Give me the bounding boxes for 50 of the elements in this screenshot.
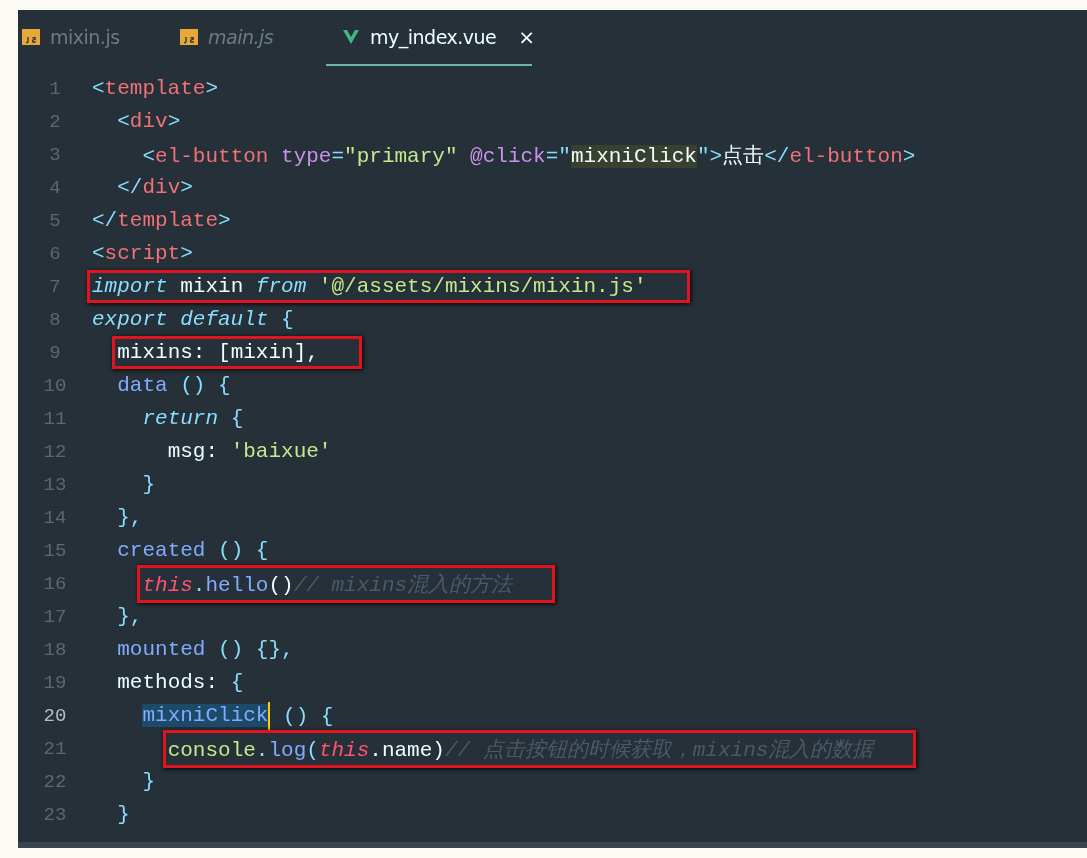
- line-number: 19: [42, 671, 68, 694]
- code-line: <el-button type="primary" @click="mixniClick">点击</el-button>: [142, 143, 916, 169]
- code-line: }: [117, 803, 130, 826]
- vue-logo-icon: [342, 29, 360, 45]
- file-tab[interactable]: my_index.vue ×: [326, 10, 532, 66]
- line-number: 7: [48, 275, 62, 298]
- line-number: 3: [48, 143, 62, 166]
- code-line: created () {: [117, 539, 269, 562]
- line-number: 21: [42, 737, 68, 760]
- line-number: 23: [42, 803, 68, 826]
- code-line: },: [117, 506, 143, 529]
- line-number: 2: [48, 110, 62, 133]
- line-number: 14: [42, 506, 68, 529]
- js-file-icon: [180, 29, 198, 45]
- code-line: </div>: [117, 176, 193, 199]
- line-number: 15: [42, 539, 68, 562]
- code-line: },: [117, 605, 143, 628]
- line-number: 5: [48, 209, 62, 232]
- line-number: 17: [42, 605, 68, 628]
- code-line: mixins: [mixin],: [117, 341, 319, 364]
- line-number: 18: [42, 638, 68, 661]
- code-line: mixniClick () {: [142, 701, 334, 730]
- line-number: 11: [42, 407, 68, 430]
- line-number: 12: [42, 440, 68, 463]
- code-line: </template>: [92, 209, 231, 232]
- line-number: 1: [48, 77, 62, 100]
- code-line: return {: [142, 407, 244, 430]
- code-line: <script>: [92, 242, 193, 265]
- code-line: }: [142, 770, 156, 793]
- code-line: methods: {: [117, 671, 244, 694]
- close-icon[interactable]: ×: [518, 25, 535, 49]
- code-line: data () {: [117, 374, 231, 397]
- code-line: }: [142, 473, 156, 496]
- line-number: 4: [48, 176, 62, 199]
- js-file-icon: [22, 29, 40, 45]
- line-number: 20: [42, 704, 68, 727]
- line-number: 8: [48, 308, 62, 331]
- line-number: 16: [42, 572, 68, 595]
- line-number: 10: [42, 374, 68, 397]
- code-line: <div>: [117, 110, 181, 133]
- line-number: 9: [48, 341, 62, 364]
- code-line: import mixin from '@/assets/mixins/mixin.js': [92, 275, 647, 298]
- text-cursor: [268, 701, 271, 730]
- line-number: 6: [48, 242, 62, 265]
- line-number: 13: [42, 473, 68, 496]
- code-line: mounted () {},: [117, 638, 294, 661]
- code-line: export default {: [92, 308, 294, 331]
- code-line: <template>: [92, 77, 219, 100]
- code-line: msg: 'baixue': [167, 440, 332, 463]
- line-number: 22: [42, 770, 68, 793]
